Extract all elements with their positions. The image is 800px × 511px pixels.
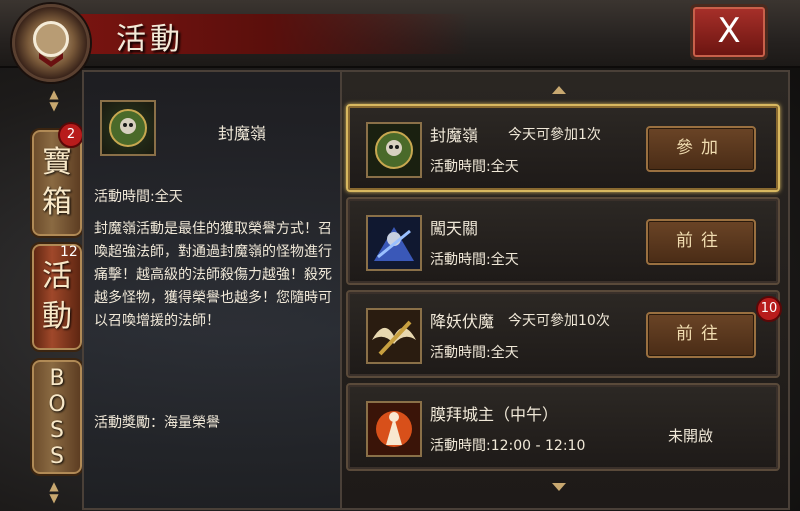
detail-reward: 活動獎勵：海量榮譽: [94, 415, 220, 431]
go-button[interactable]: 前往: [646, 312, 756, 358]
tab-activity-label-1: 活: [42, 259, 72, 294]
activity-name: 降妖伏魔: [430, 312, 495, 331]
tab-boss[interactable]: BOSS: [30, 358, 84, 476]
tabs-scroll-down-icon[interactable]: ▲ ▼: [44, 480, 64, 504]
tabs-scroll-up-icon[interactable]: ▲ ▼: [44, 88, 64, 112]
activity-limit: 今天可參加10次: [508, 313, 610, 329]
activity-name: 封魔嶺: [430, 126, 479, 145]
activity-time: 活動時間:全天: [430, 159, 519, 175]
activity-badge: 10: [756, 296, 782, 322]
activity-row-xiangyaofumo[interactable]: 降妖伏魔 今天可參加10次 活動時間:全天 前往: [346, 290, 780, 378]
activity-detail-panel: 封魔嶺 活動時間:全天 封魔嶺活動是最佳的獲取榮譽方式！召喚超強法師，對通過封魔…: [82, 70, 342, 510]
go-button[interactable]: 前往: [646, 219, 756, 265]
page-title: 活動: [116, 22, 184, 57]
activity-row-mobaichengzhu[interactable]: 膜拜城主（中午） 活動時間:12:00 - 12:10 未開啟: [346, 383, 780, 471]
activity-row-chuangtianguan[interactable]: 闖天關 活動時間:全天 前往: [346, 197, 780, 285]
emblem-ring: [33, 21, 69, 57]
demon-skull-icon: [366, 122, 422, 178]
tab-treasure-badge: 2: [58, 122, 84, 148]
join-button[interactable]: 參加: [646, 126, 756, 172]
demon-skull-icon: [100, 100, 156, 156]
activity-row-fengmoling[interactable]: 封魔嶺 今天可參加1次 活動時間:全天 參加: [346, 104, 780, 192]
warrior-icon: [366, 215, 422, 271]
tab-treasure-label-2: 箱: [42, 185, 72, 220]
tab-activity-label-2: 動: [42, 299, 72, 334]
detail-name: 封魔嶺: [218, 124, 267, 143]
close-button[interactable]: X: [690, 4, 768, 60]
detail-description: 封魔嶺活動是最佳的獲取榮譽方式！召喚超強法師，對通過封魔嶺的怪物進行痛擊！越高級…: [94, 221, 332, 329]
guild-emblem-icon[interactable]: [12, 4, 90, 82]
detail-time: 活動時間:全天: [94, 189, 183, 205]
activity-name: 闖天關: [430, 219, 479, 238]
activity-status: 未開啟: [668, 427, 714, 445]
activity-limit: 今天可參加1次: [508, 127, 601, 143]
activity-time: 活動時間:全天: [430, 252, 519, 268]
activity-time: 活動時間:12:00 - 12:10: [430, 438, 586, 454]
activity-time: 活動時間:全天: [430, 345, 519, 361]
tab-treasure-label-1: 寶: [42, 145, 72, 180]
sword-wings-icon: [366, 308, 422, 364]
activity-name: 膜拜城主（中午）: [430, 405, 559, 424]
tab-boss-label: BOSS: [48, 366, 66, 469]
tab-activity-badge: 12: [60, 244, 78, 260]
fire-lord-icon: [366, 401, 422, 457]
